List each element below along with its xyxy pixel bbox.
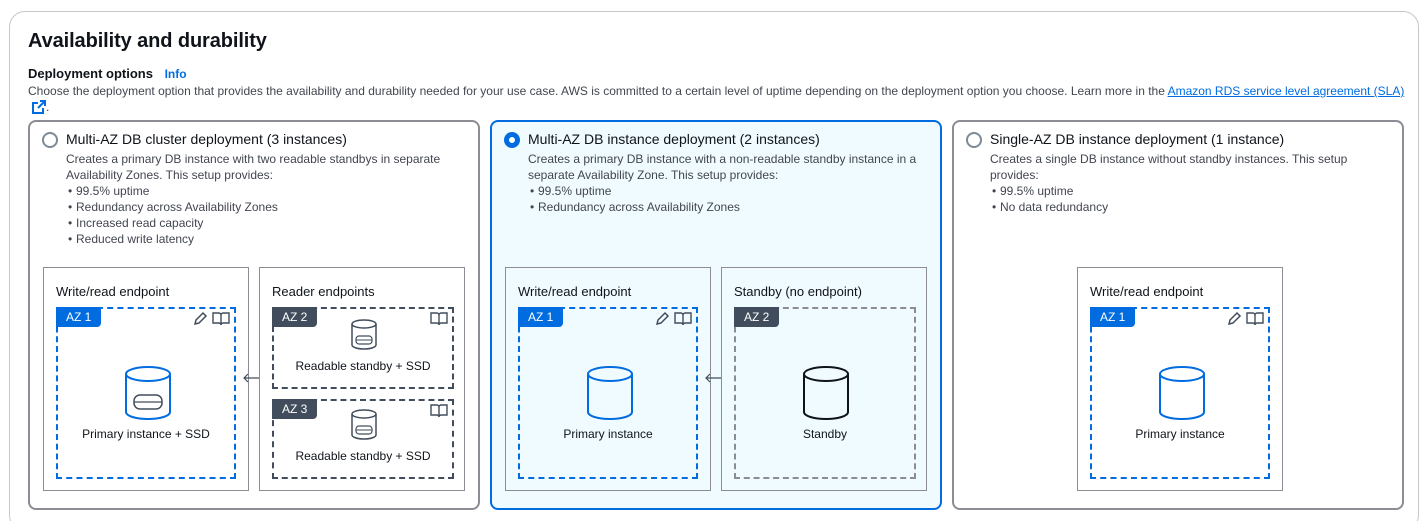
database-icon [586,365,634,426]
option-title: Multi-AZ DB cluster deployment (3 instan… [66,131,347,147]
database-icon [802,365,850,426]
external-link-icon [32,100,46,118]
book-icon[interactable] [430,403,448,424]
option-description: Creates a single DB instance without sta… [990,151,1390,215]
az1-zone: AZ 1 Primary instance [518,307,698,479]
option-bullet: No data redundancy [990,199,1390,215]
database-icon [350,409,378,446]
book-icon[interactable] [430,311,448,332]
option-bullet: Reduced write latency [66,231,466,247]
az1-zone: AZ 1 Primary instance + SSD [56,307,236,479]
option-card-multi-az-instance[interactable]: Multi-AZ DB instance deployment (2 insta… [490,120,942,510]
write-read-endpoint-box: Write/read endpoint AZ 1 Primary instanc… [505,267,711,491]
az2-zone: AZ 2 Standby [734,307,916,479]
az-caption: Standby [802,427,848,441]
option-bullet: 99.5% uptime [66,183,466,199]
section-title: Availability and durability [28,30,267,52]
az2-zone: AZ 2 Readable standby + SSD [272,307,454,389]
az1-zone: AZ 1 Primary instance [1090,307,1270,479]
database-icon [1158,365,1206,426]
endpoint-title: Write/read endpoint [56,284,170,299]
pencil-icon[interactable] [1226,311,1242,332]
book-icon[interactable] [1246,311,1264,332]
az-tag: AZ 3 [272,399,318,419]
write-read-endpoint-box: Write/read endpoint AZ 1 Primary instanc… [43,267,249,491]
az-tag: AZ 2 [272,307,318,327]
description-text: Choose the deployment option that provid… [28,84,1165,98]
option-bullet: 99.5% uptime [528,183,928,199]
endpoint-title: Write/read endpoint [1090,284,1204,299]
database-icon [124,365,172,426]
endpoint-title: Write/read endpoint [518,284,632,299]
deployment-options-description: Choose the deployment option that provid… [28,83,1408,118]
option-description-text: Creates a primary DB instance with two r… [66,152,441,182]
info-link[interactable]: Info [165,67,187,81]
pencil-icon[interactable] [192,311,208,332]
write-read-endpoint-box: Write/read endpoint AZ 1 Primary instanc… [1077,267,1283,491]
az-tag: AZ 2 [734,307,780,327]
database-icon [350,319,378,356]
deployment-options-label: Deployment options [28,66,153,81]
option-bullet: Redundancy across Availability Zones [66,199,466,215]
option-description-text: Creates a primary DB instance with a non… [528,152,917,182]
az-icons [654,311,692,332]
reader-endpoints-box: Reader endpoints AZ 2 Readable standby +… [259,267,465,491]
az-tag: AZ 1 [1090,307,1136,327]
description-end: . [46,100,50,114]
standby-box: Standby (no endpoint) AZ 2 Standby [721,267,927,491]
endpoint-title: Reader endpoints [272,284,375,299]
option-title: Multi-AZ DB instance deployment (2 insta… [528,131,820,147]
radio-single-az[interactable] [966,132,982,148]
az-caption: Readable standby + SSD [295,449,431,463]
option-title: Single-AZ DB instance deployment (1 inst… [990,131,1285,147]
az-icons [430,311,448,332]
az-icons [1226,311,1264,332]
az-tag: AZ 1 [518,307,564,327]
option-card-single-az[interactable]: Single-AZ DB instance deployment (1 inst… [952,120,1404,510]
az-icons [192,311,230,332]
az-caption: Primary instance [1135,427,1225,441]
option-description: Creates a primary DB instance with two r… [66,151,466,247]
radio-multi-az-cluster[interactable] [42,132,58,148]
book-icon[interactable] [212,311,230,332]
option-bullet: Increased read capacity [66,215,466,231]
radio-multi-az-instance[interactable] [504,132,520,148]
sla-link-text: Amazon RDS service level agreement (SLA) [1167,84,1405,98]
az-tag: AZ 1 [56,307,102,327]
option-bullet: Redundancy across Availability Zones [528,199,928,215]
az-caption: Readable standby + SSD [295,359,431,373]
option-description: Creates a primary DB instance with a non… [528,151,928,215]
option-card-multi-az-cluster[interactable]: Multi-AZ DB cluster deployment (3 instan… [28,120,480,510]
deployment-options-label-row: Deployment options Info [28,66,187,81]
endpoint-title: Standby (no endpoint) [734,284,862,299]
pencil-icon[interactable] [654,311,670,332]
az3-zone: AZ 3 Readable standby + SSD [272,399,454,479]
option-bullet: 99.5% uptime [990,183,1390,199]
az-icons [430,403,448,424]
az-caption: Primary instance [563,427,653,441]
option-description-text: Creates a single DB instance without sta… [990,152,1348,182]
book-icon[interactable] [674,311,692,332]
az-caption: Primary instance + SSD [82,427,210,441]
